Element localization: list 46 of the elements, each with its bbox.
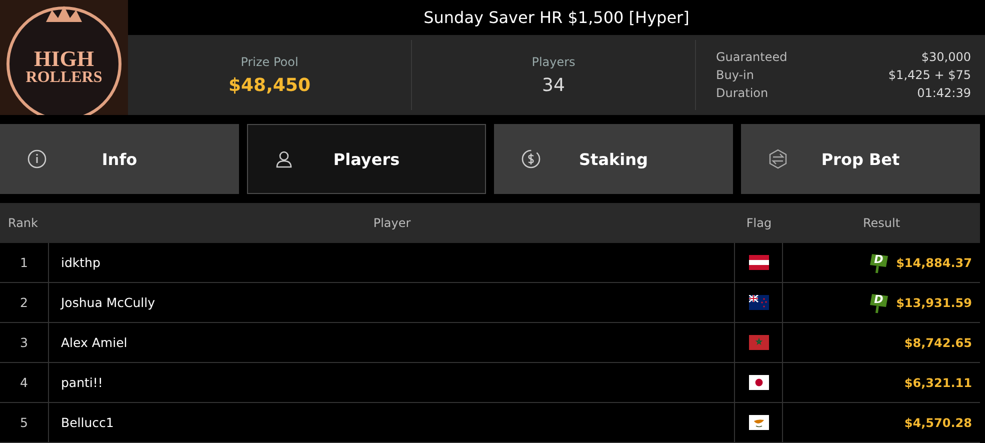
detail-value: $1,425 + $75: [888, 68, 971, 82]
result-amount: $13,931.59: [896, 296, 972, 310]
sign-badge: D: [868, 290, 890, 314]
stat-label: Players: [532, 54, 576, 68]
detail-value: $30,000: [921, 50, 971, 64]
rank-cell: 1: [20, 255, 28, 270]
tournament-title: Sunday Saver HR $1,500 [Hyper]: [422, 7, 690, 29]
detail-value: 01:42:39: [917, 86, 971, 100]
logo: HIGH ROLLERS: [0, 0, 128, 115]
tab[interactable]: Info: [0, 124, 239, 194]
rank-cell: 5: [20, 415, 28, 430]
result-amount: $14,884.37: [896, 256, 972, 270]
detail-label: Duration: [716, 86, 768, 100]
dollar-coin-icon: [521, 149, 541, 169]
result-amount: $6,321.11: [904, 376, 972, 390]
info-icon: [27, 149, 47, 169]
column-header: Player: [372, 216, 412, 230]
stat-value: $48,450: [228, 74, 310, 96]
tab[interactable]: Players: [247, 124, 486, 194]
player-name: Joshua McCully: [61, 295, 155, 310]
user-icon: [274, 149, 294, 169]
detail-label: Buy-in: [716, 68, 754, 82]
stat-value: 34: [542, 74, 565, 96]
hexagon-arrows-icon: [768, 149, 788, 169]
column-header: Flag: [745, 216, 773, 230]
sign-badge: D: [868, 250, 890, 274]
flag-icon: [748, 375, 768, 390]
column-header: Rank: [7, 216, 39, 230]
detail-label: Guaranteed: [716, 50, 788, 64]
result-amount: $8,742.65: [904, 336, 972, 350]
player-name: idkthp: [61, 255, 100, 270]
result-amount: $4,570.28: [904, 416, 972, 430]
flag-icon: [748, 295, 768, 310]
column-header: Result: [862, 216, 902, 230]
rank-cell: 4: [20, 375, 28, 390]
rank-cell: 2: [20, 295, 28, 310]
flag-icon: [748, 255, 768, 270]
flag-icon: [748, 415, 768, 430]
flag-icon: [748, 335, 768, 350]
stat-label: Prize Pool: [240, 54, 298, 68]
rank-cell: 3: [20, 335, 28, 350]
player-name: Bellucc1: [61, 415, 114, 430]
player-name: panti!!: [61, 375, 103, 390]
player-name: Alex Amiel: [61, 335, 128, 350]
tab[interactable]: Prop Bet: [741, 124, 980, 194]
tab[interactable]: Staking: [494, 124, 733, 194]
